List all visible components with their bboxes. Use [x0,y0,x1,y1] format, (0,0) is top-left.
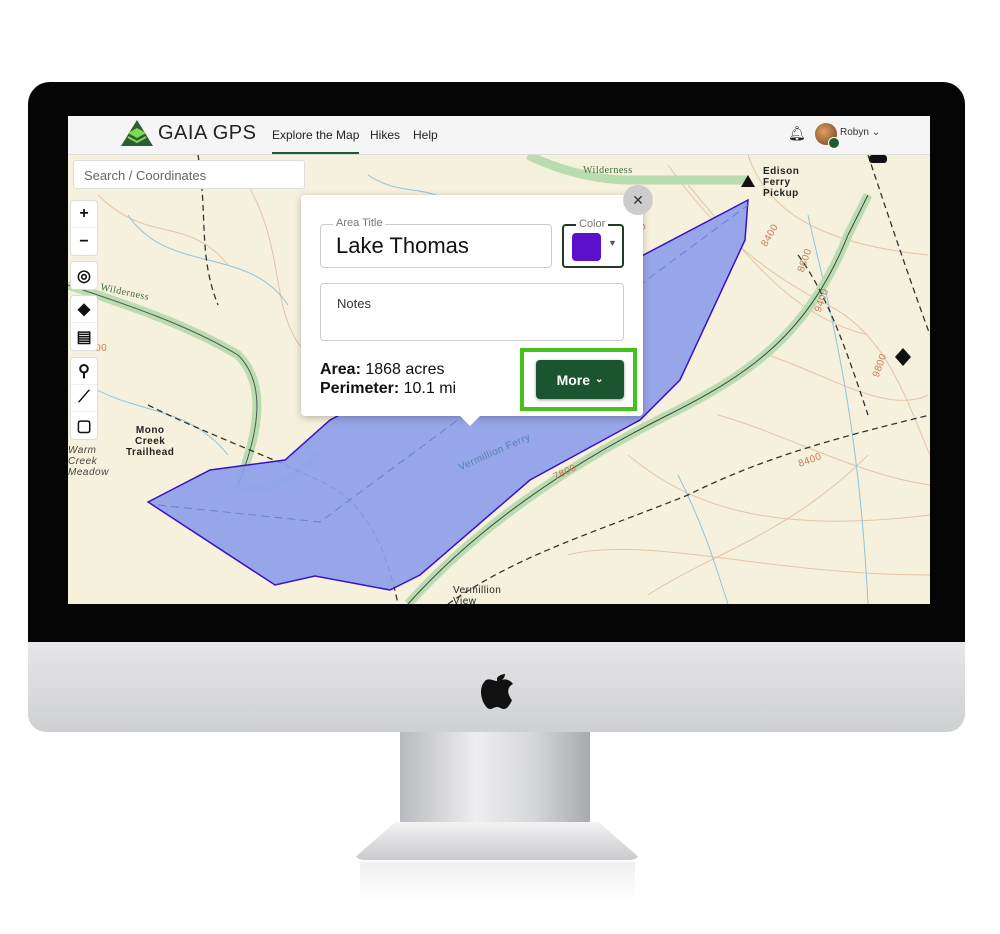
search-input[interactable]: Search / Coordinates [73,160,305,189]
top-nav: GAIA GPS Explore the Map Hikes Help 🔔︎ R… [68,116,930,155]
more-label: More [556,371,591,388]
trailhead-icon [895,348,911,366]
print-icon[interactable]: ▤ [71,323,97,350]
user-name: Robyn [840,127,869,138]
route-icon[interactable]: ⟋ [71,385,97,412]
locate-icon[interactable]: ◎ [71,262,97,289]
highlight-box: More ⌄ [520,348,637,411]
draw-controls: ⚲ ⟋ ▢ [70,357,98,440]
nav-explore-map[interactable]: Explore the Map [272,128,360,154]
label-wilderness-2: Wilderness [583,165,633,176]
map[interactable]: Edison Ferry Pickup Mono Creek Trailhead… [68,155,930,604]
caret-down-icon: ▼ [608,238,617,248]
area-icon[interactable]: ▢ [71,412,97,439]
label-vermillion-view: Vermillion View [453,585,502,604]
brand-name: GAIA GPS [158,122,257,144]
chevron-down-icon: ⌄ [595,374,604,385]
nav-hikes[interactable]: Hikes [370,128,400,142]
area-title-value: Lake Thomas [336,233,469,258]
gaia-logo-icon [121,120,153,146]
label-warm-creek: Warm Creek Meadow [68,445,109,478]
area-title-label: Area Title [333,217,386,229]
perimeter-value: 10.1 mi [403,380,457,397]
area-label: Area: [320,361,361,378]
label-edison-ferry: Edison Ferry Pickup [763,166,800,199]
screen: Edison Ferry Pickup Mono Creek Trailhead… [68,116,930,604]
color-swatch [572,233,601,261]
zoom-in-icon[interactable]: + [71,201,97,228]
monitor-chin [28,642,965,732]
area-title-field[interactable]: Area Title Lake Thomas [320,217,552,268]
close-icon: ✕ [632,191,644,208]
reflection [360,862,635,902]
close-button[interactable]: ✕ [623,185,653,215]
layers-icon[interactable]: ◆ [71,296,97,323]
area-value: 1868 acres [365,361,445,378]
nav-help[interactable]: Help [413,128,438,142]
monitor-stand [400,732,590,827]
more-button[interactable]: More ⌄ [536,360,624,399]
layers-print-controls: ◆ ▤ [70,295,98,351]
area-popup: ✕ Area Title Lake Thomas Color ▼ Notes A… [301,185,653,426]
label-mono-creek: Mono Creek Trailhead [126,425,175,458]
locate-control: ◎ [70,261,98,290]
notes-field[interactable]: Notes [320,283,624,341]
chevron-down-icon: ⌄ [871,127,881,138]
avatar-badge-icon [828,137,840,149]
area-stats: Area: 1868 acres Perimeter: 10.1 mi [320,360,456,398]
color-label: Color [576,218,609,230]
monitor-foot [352,822,642,860]
color-picker[interactable]: Color ▼ [562,218,624,268]
perimeter-label: Perimeter: [320,380,400,397]
bell-icon[interactable]: 🔔︎ [788,125,806,142]
marker-icon [869,155,887,163]
zoom-out-icon[interactable]: − [71,228,97,255]
apple-logo-icon [481,674,513,709]
user-menu[interactable]: Robyn ⌄ [840,127,880,138]
zoom-controls: + − [70,200,98,256]
waypoint-icon[interactable]: ⚲ [71,358,97,385]
